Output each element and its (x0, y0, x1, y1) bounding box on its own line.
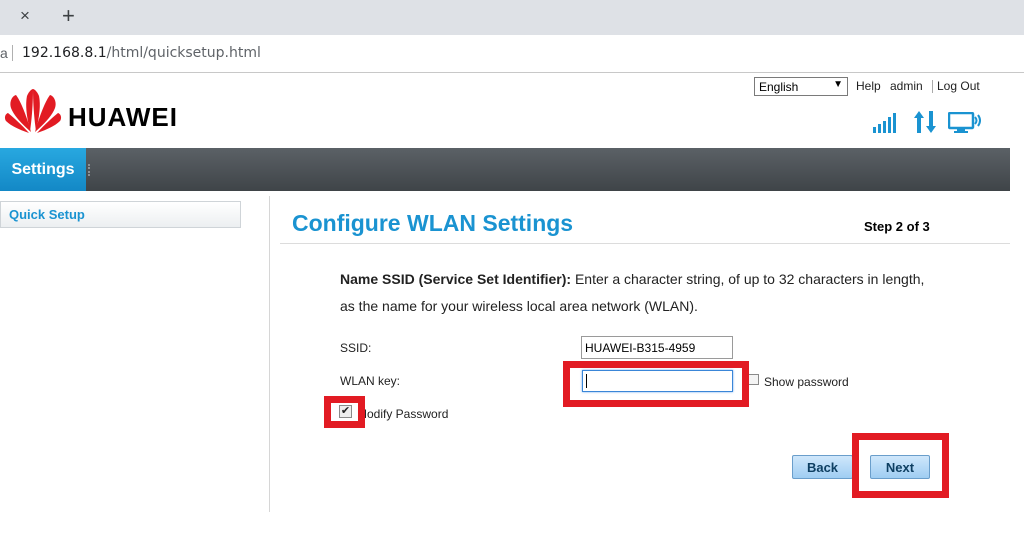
ssid-label: SSID: (340, 341, 372, 355)
language-select[interactable]: English ▼ (754, 77, 848, 96)
data-transfer-icon (914, 111, 936, 133)
browser-tab-strip (0, 0, 1024, 35)
address-divider (12, 45, 13, 61)
brand-name: HUAWEI (68, 102, 178, 132)
ssid-description-heading: Name SSID (Service Set Identifier): (340, 271, 572, 287)
help-link[interactable]: Help (856, 79, 881, 93)
back-button[interactable]: Back (792, 455, 853, 479)
url-text[interactable]: 192.168.8.1/html/quicksetup.html (22, 45, 261, 61)
logout-link[interactable]: Log Out (937, 79, 980, 93)
logout-divider (932, 80, 933, 93)
monitor-icon (948, 112, 981, 133)
step-indicator: Step 2 of 3 (864, 219, 930, 234)
signal-icon (873, 113, 896, 133)
highlight-wlan-key (563, 361, 749, 407)
sidebar-divider (269, 196, 270, 512)
main-nav-bar (0, 148, 1010, 191)
dropdown-arrow-icon: ▼ (833, 79, 843, 90)
language-value: English (759, 80, 799, 94)
url-path: /html/quicksetup.html (106, 45, 261, 61)
show-password-label[interactable]: Show password (764, 375, 849, 389)
show-password-checkbox[interactable] (748, 374, 759, 385)
nav-divider (88, 164, 92, 176)
page-title: Configure WLAN Settings (292, 210, 574, 236)
title-divider (280, 243, 1010, 244)
sidebar-item-label[interactable]: Quick Setup (9, 207, 85, 222)
url-host: 192.168.8.1 (22, 45, 107, 61)
huawei-logo-icon (4, 89, 62, 133)
new-tab-button[interactable]: + (62, 3, 75, 29)
highlight-next-button (852, 433, 949, 498)
admin-user: admin (890, 79, 923, 93)
tab-close-icon[interactable]: × (20, 6, 30, 26)
highlight-modify-password (324, 396, 365, 428)
nav-tab-settings[interactable]: Settings (0, 148, 86, 191)
ssid-description: Name SSID (Service Set Identifier): Ente… (340, 266, 930, 320)
site-info-icon[interactable]: a (0, 45, 8, 61)
modify-password-label[interactable]: Modify Password (357, 407, 448, 421)
ssid-input[interactable] (581, 336, 733, 359)
wlan-key-label: WLAN key: (340, 374, 401, 388)
